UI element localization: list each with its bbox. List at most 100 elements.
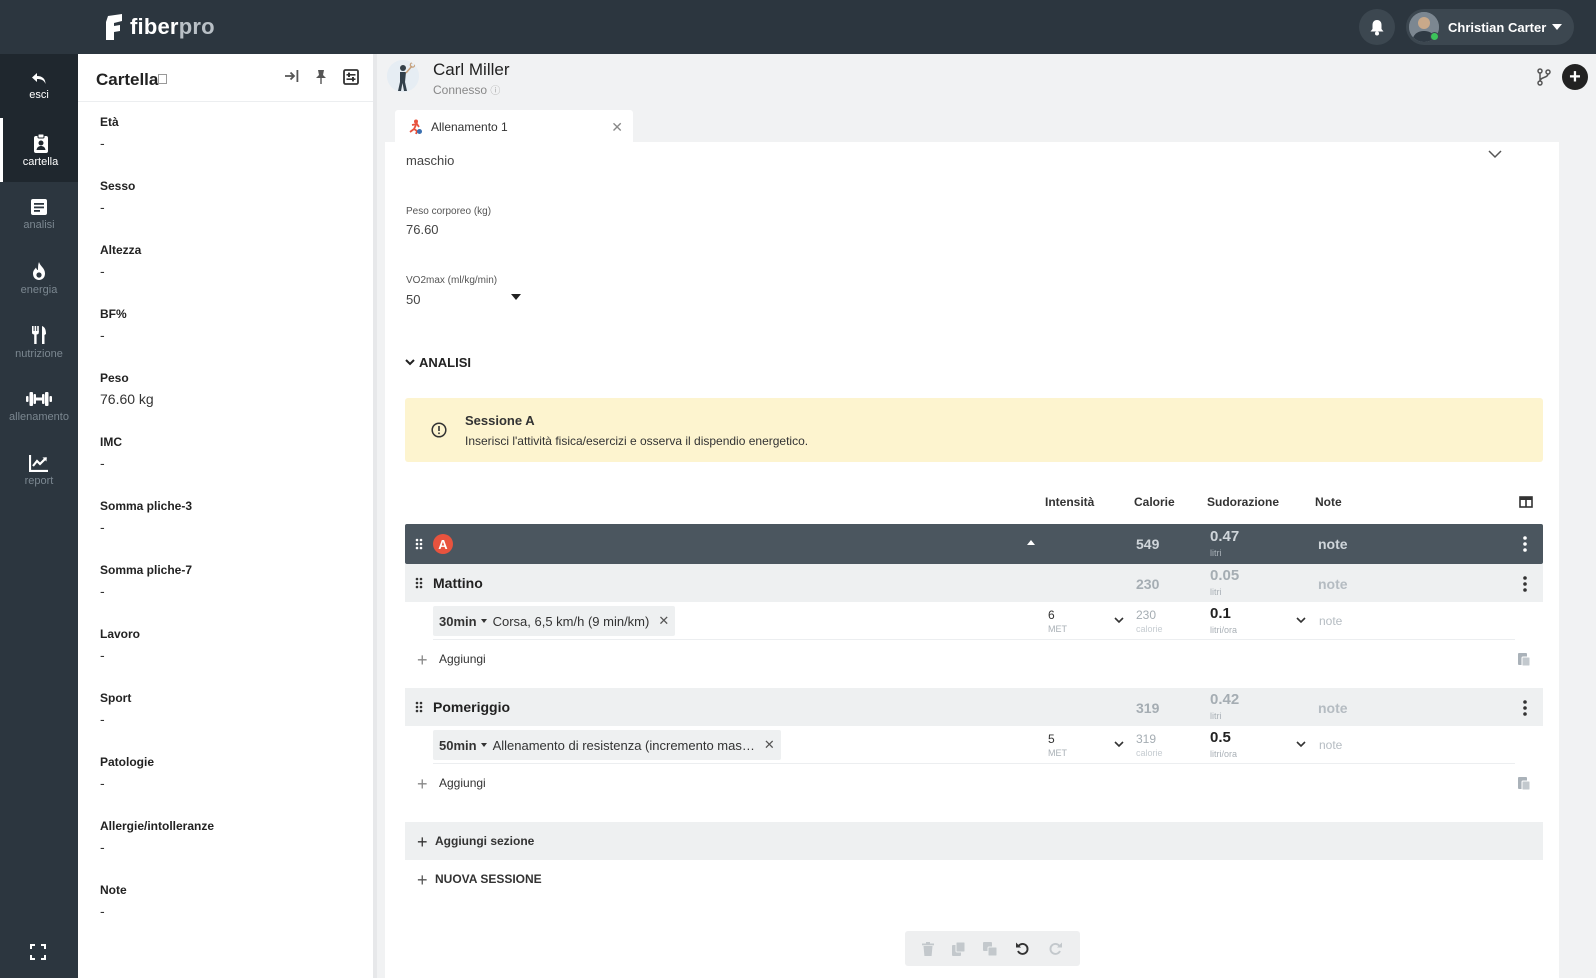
group-row-pomeriggio[interactable]: Pomeriggio 319 0.42 litri note bbox=[405, 688, 1543, 726]
session-row-a[interactable]: A 549 0.47 litri note bbox=[405, 524, 1543, 564]
nav-exit[interactable]: esci bbox=[0, 54, 78, 118]
runner-icon bbox=[409, 119, 422, 134]
online-status-icon bbox=[1430, 32, 1439, 41]
field-value: - bbox=[100, 135, 105, 151]
columns-layout-icon[interactable] bbox=[1519, 496, 1533, 508]
chevron-down-icon[interactable] bbox=[1296, 741, 1306, 748]
vo2max-input[interactable]: 50 bbox=[406, 292, 420, 307]
field-value: - bbox=[100, 327, 105, 343]
field-allergie: Allergie/intolleranze - bbox=[100, 819, 214, 855]
brand-logo[interactable]: fiberpro bbox=[104, 12, 215, 42]
redo-icon[interactable] bbox=[1048, 941, 1063, 956]
nav-item-report[interactable]: report bbox=[0, 438, 78, 502]
field-value: - bbox=[100, 775, 105, 791]
caret-down-icon[interactable] bbox=[511, 294, 521, 300]
sweat-rate-value[interactable]: 0.5 bbox=[1210, 729, 1231, 746]
session-note-input[interactable]: note bbox=[1318, 536, 1348, 552]
nav-item-analisi[interactable]: analisi bbox=[0, 182, 78, 246]
group-title[interactable]: Mattino bbox=[433, 575, 483, 591]
activity-note-input[interactable]: note bbox=[1319, 738, 1342, 752]
fullscreen-icon[interactable] bbox=[30, 944, 46, 960]
trash-icon[interactable] bbox=[921, 941, 934, 956]
activity-duration[interactable]: 50min bbox=[439, 738, 477, 753]
group-note-input[interactable]: note bbox=[1318, 700, 1348, 716]
activity-name: Allenamento di resistenza (incremento ma… bbox=[492, 737, 755, 753]
drag-handle-icon[interactable] bbox=[415, 538, 423, 550]
tab-allenamento-1[interactable]: Allenamento 1 ✕ bbox=[395, 110, 633, 143]
chevron-down-icon bbox=[405, 359, 415, 366]
intensity-unit: MET bbox=[1048, 748, 1067, 758]
activity-chip[interactable]: 30min Corsa, 6,5 km/h (9 min/km) ✕ bbox=[433, 606, 676, 636]
exclamation-circle-icon bbox=[431, 422, 447, 438]
chevron-down-icon[interactable] bbox=[1114, 617, 1124, 624]
main-area: Carl Miller Connesso ⓘ + Allenamento 1 ✕… bbox=[377, 54, 1596, 978]
notifications-button[interactable] bbox=[1359, 9, 1395, 45]
remove-icon[interactable]: ✕ bbox=[658, 613, 669, 629]
more-options-icon[interactable] bbox=[1523, 576, 1527, 592]
activity-note-input[interactable]: note bbox=[1319, 614, 1342, 628]
caret-up-icon[interactable] bbox=[1027, 540, 1035, 545]
sign-in-arrow-icon[interactable] bbox=[284, 69, 300, 83]
caret-down-icon bbox=[480, 619, 487, 623]
sex-select-value[interactable]: maschio bbox=[406, 153, 454, 168]
group-title[interactable]: Pomeriggio bbox=[433, 699, 510, 715]
new-session-button[interactable]: NUOVA SESSIONE bbox=[435, 872, 542, 886]
drag-handle-icon[interactable] bbox=[415, 577, 423, 589]
sweat-rate-value[interactable]: 0.1 bbox=[1210, 605, 1231, 622]
branch-icon[interactable] bbox=[1537, 68, 1551, 86]
flame-icon bbox=[33, 261, 45, 280]
pin-icon[interactable] bbox=[315, 69, 327, 84]
calories-unit: calorie bbox=[1136, 624, 1163, 634]
add-section-row[interactable]: + Aggiungi sezione bbox=[405, 822, 1543, 860]
chevron-down-icon[interactable] bbox=[1114, 741, 1124, 748]
field-label: Altezza bbox=[100, 243, 142, 257]
panel-title: Cartella bbox=[96, 70, 159, 89]
alert-text: Inserisci l'attività fisica/esercizi e o… bbox=[465, 434, 809, 448]
new-session-row[interactable]: + NUOVA SESSIONE bbox=[405, 860, 1543, 898]
field-label: IMC bbox=[100, 435, 122, 449]
add-activity-button[interactable]: Aggiungi bbox=[439, 776, 486, 790]
group-note-input[interactable]: note bbox=[1318, 576, 1348, 592]
group-calories: 230 bbox=[1136, 576, 1160, 592]
add-activity-button[interactable]: Aggiungi bbox=[439, 652, 486, 666]
undo-icon[interactable] bbox=[1015, 941, 1030, 956]
drag-handle-icon[interactable] bbox=[415, 701, 423, 713]
more-options-icon[interactable] bbox=[1523, 536, 1527, 552]
nav-item-cartella[interactable]: cartella bbox=[0, 118, 78, 182]
nav-item-allenamento[interactable]: allenamento bbox=[0, 374, 78, 438]
copy-icon[interactable] bbox=[951, 941, 966, 956]
more-options-icon[interactable] bbox=[1523, 700, 1527, 716]
weight-input[interactable]: 76.60 bbox=[406, 222, 439, 237]
intensity-value[interactable]: 5 bbox=[1048, 732, 1055, 746]
column-header-calorie: Calorie bbox=[1134, 495, 1175, 509]
nav-item-nutrizione[interactable]: nutrizione bbox=[0, 310, 78, 374]
remove-icon[interactable]: ✕ bbox=[764, 737, 775, 753]
add-button[interactable]: + bbox=[1562, 64, 1588, 90]
top-bar: fiberpro Christian Carter bbox=[0, 0, 1596, 54]
info-icon[interactable]: ⓘ bbox=[490, 86, 500, 97]
nav-item-label: report bbox=[24, 474, 54, 487]
close-icon[interactable]: ✕ bbox=[611, 119, 623, 136]
activity-duration[interactable]: 30min bbox=[439, 614, 477, 629]
client-name[interactable]: Carl Miller bbox=[433, 60, 510, 80]
chevron-down-icon[interactable] bbox=[1296, 617, 1306, 624]
add-activity-row[interactable]: + Aggiungi bbox=[405, 640, 1543, 678]
field-label: Età bbox=[100, 115, 119, 129]
analisi-section-toggle[interactable]: ANALISI bbox=[405, 355, 471, 370]
field-label: Sesso bbox=[100, 179, 136, 193]
paste-icon[interactable] bbox=[1517, 775, 1531, 791]
paste-icon[interactable] bbox=[1517, 651, 1531, 667]
duplicate-icon[interactable] bbox=[983, 941, 998, 956]
add-activity-row[interactable]: + Aggiungi bbox=[405, 764, 1543, 802]
session-badge: A bbox=[433, 534, 453, 554]
chevron-down-icon[interactable] bbox=[1488, 150, 1502, 159]
add-section-button[interactable]: Aggiungi sezione bbox=[435, 834, 534, 848]
nav-item-energia[interactable]: energia bbox=[0, 246, 78, 310]
intensity-value[interactable]: 6 bbox=[1048, 608, 1055, 622]
field-sport: Sport - bbox=[100, 691, 131, 727]
group-row-mattino[interactable]: Mattino 230 0.05 litri note bbox=[405, 564, 1543, 602]
weight-label: Peso corporeo (kg) bbox=[406, 206, 492, 217]
sliders-panel-icon[interactable] bbox=[343, 69, 359, 85]
nav-item-label: analisi bbox=[23, 218, 55, 231]
activity-chip[interactable]: 50min Allenamento di resistenza (increme… bbox=[433, 730, 781, 760]
